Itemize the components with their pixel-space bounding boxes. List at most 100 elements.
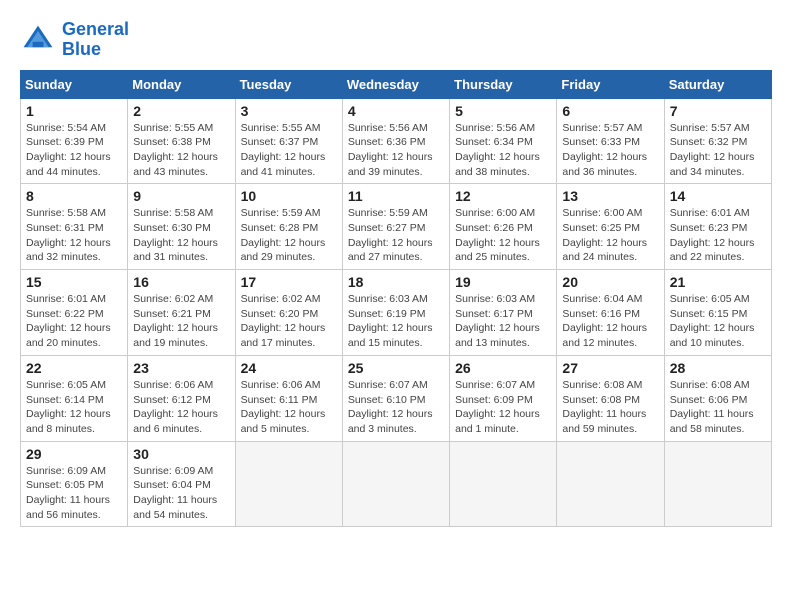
calendar-cell: 24 Sunrise: 6:06 AM Sunset: 6:11 PM Dayli… [235, 355, 342, 441]
calendar-cell: 3 Sunrise: 5:55 AM Sunset: 6:37 PM Daylig… [235, 98, 342, 184]
calendar-cell: 15 Sunrise: 6:01 AM Sunset: 6:22 PM Dayli… [21, 270, 128, 356]
calendar-table: SundayMondayTuesdayWednesdayThursdayFrid… [20, 70, 772, 528]
day-number: 12 [455, 188, 551, 204]
calendar-cell: 14Sunrise: 6:01 AM Sunset: 6:23 PM Dayli… [664, 184, 771, 270]
calendar-cell: 9 Sunrise: 5:58 AM Sunset: 6:30 PM Daylig… [128, 184, 235, 270]
calendar-cell: 10 Sunrise: 5:59 AM Sunset: 6:28 PM Dayli… [235, 184, 342, 270]
day-info: Sunrise: 6:08 AM Sunset: 6:08 PM Dayligh… [562, 378, 658, 437]
day-number: 13 [562, 188, 658, 204]
day-number: 18 [348, 274, 444, 290]
day-info: Sunrise: 5:58 AM Sunset: 6:31 PM Dayligh… [26, 206, 122, 265]
day-number: 22 [26, 360, 122, 376]
day-number: 24 [241, 360, 337, 376]
day-info: Sunrise: 6:07 AM Sunset: 6:09 PM Dayligh… [455, 378, 551, 437]
day-number: 27 [562, 360, 658, 376]
day-info: Sunrise: 6:06 AM Sunset: 6:12 PM Dayligh… [133, 378, 229, 437]
calendar-cell: 27 Sunrise: 6:08 AM Sunset: 6:08 PM Dayli… [557, 355, 664, 441]
day-number: 9 [133, 188, 229, 204]
calendar-cell: 1 Sunrise: 5:54 AM Sunset: 6:39 PM Daylig… [21, 98, 128, 184]
day-info: Sunrise: 6:05 AM Sunset: 6:14 PM Dayligh… [26, 378, 122, 437]
day-number: 15 [26, 274, 122, 290]
day-info: Sunrise: 5:56 AM Sunset: 6:34 PM Dayligh… [455, 121, 551, 180]
day-number: 23 [133, 360, 229, 376]
day-header-tuesday: Tuesday [235, 70, 342, 98]
calendar-week-5: 29 Sunrise: 6:09 AM Sunset: 6:05 PM Dayli… [21, 441, 772, 527]
calendar-cell: 2Sunrise: 5:55 AM Sunset: 6:38 PM Daylig… [128, 98, 235, 184]
day-info: Sunrise: 6:08 AM Sunset: 6:06 PM Dayligh… [670, 378, 766, 437]
calendar-cell: 16Sunrise: 6:02 AM Sunset: 6:21 PM Dayli… [128, 270, 235, 356]
logo: General Blue [20, 20, 129, 60]
day-info: Sunrise: 6:06 AM Sunset: 6:11 PM Dayligh… [241, 378, 337, 437]
calendar-cell [450, 441, 557, 527]
day-info: Sunrise: 5:55 AM Sunset: 6:37 PM Dayligh… [241, 121, 337, 180]
calendar-week-3: 15 Sunrise: 6:01 AM Sunset: 6:22 PM Dayli… [21, 270, 772, 356]
day-number: 1 [26, 103, 122, 119]
calendar-cell: 20Sunrise: 6:04 AM Sunset: 6:16 PM Dayli… [557, 270, 664, 356]
calendar-cell: 11 Sunrise: 5:59 AM Sunset: 6:27 PM Dayli… [342, 184, 449, 270]
calendar-cell [664, 441, 771, 527]
calendar-cell [342, 441, 449, 527]
calendar-cell: 7 Sunrise: 5:57 AM Sunset: 6:32 PM Daylig… [664, 98, 771, 184]
logo-icon [20, 22, 56, 58]
calendar-cell: 21 Sunrise: 6:05 AM Sunset: 6:15 PM Dayli… [664, 270, 771, 356]
day-info: Sunrise: 6:09 AM Sunset: 6:04 PM Dayligh… [133, 464, 229, 523]
day-number: 19 [455, 274, 551, 290]
day-header-friday: Friday [557, 70, 664, 98]
day-info: Sunrise: 6:09 AM Sunset: 6:05 PM Dayligh… [26, 464, 122, 523]
calendar-cell: 25 Sunrise: 6:07 AM Sunset: 6:10 PM Dayli… [342, 355, 449, 441]
calendar-cell: 4 Sunrise: 5:56 AM Sunset: 6:36 PM Daylig… [342, 98, 449, 184]
calendar-week-2: 8 Sunrise: 5:58 AM Sunset: 6:31 PM Daylig… [21, 184, 772, 270]
day-info: Sunrise: 5:57 AM Sunset: 6:32 PM Dayligh… [670, 121, 766, 180]
calendar-cell: 8 Sunrise: 5:58 AM Sunset: 6:31 PM Daylig… [21, 184, 128, 270]
day-info: Sunrise: 5:56 AM Sunset: 6:36 PM Dayligh… [348, 121, 444, 180]
day-number: 16 [133, 274, 229, 290]
day-number: 5 [455, 103, 551, 119]
day-number: 6 [562, 103, 658, 119]
calendar-week-1: 1 Sunrise: 5:54 AM Sunset: 6:39 PM Daylig… [21, 98, 772, 184]
day-number: 30 [133, 446, 229, 462]
calendar-cell: 26 Sunrise: 6:07 AM Sunset: 6:09 PM Dayli… [450, 355, 557, 441]
day-info: Sunrise: 6:03 AM Sunset: 6:17 PM Dayligh… [455, 292, 551, 351]
day-number: 25 [348, 360, 444, 376]
day-info: Sunrise: 6:00 AM Sunset: 6:26 PM Dayligh… [455, 206, 551, 265]
day-number: 26 [455, 360, 551, 376]
day-header-thursday: Thursday [450, 70, 557, 98]
day-number: 17 [241, 274, 337, 290]
day-info: Sunrise: 5:54 AM Sunset: 6:39 PM Dayligh… [26, 121, 122, 180]
day-number: 3 [241, 103, 337, 119]
day-number: 11 [348, 188, 444, 204]
day-number: 10 [241, 188, 337, 204]
day-header-sunday: Sunday [21, 70, 128, 98]
day-header-wednesday: Wednesday [342, 70, 449, 98]
day-number: 21 [670, 274, 766, 290]
day-number: 4 [348, 103, 444, 119]
day-info: Sunrise: 6:07 AM Sunset: 6:10 PM Dayligh… [348, 378, 444, 437]
day-info: Sunrise: 6:05 AM Sunset: 6:15 PM Dayligh… [670, 292, 766, 351]
day-header-saturday: Saturday [664, 70, 771, 98]
day-info: Sunrise: 6:01 AM Sunset: 6:22 PM Dayligh… [26, 292, 122, 351]
day-number: 2 [133, 103, 229, 119]
calendar-week-4: 22 Sunrise: 6:05 AM Sunset: 6:14 PM Dayli… [21, 355, 772, 441]
logo-text: General Blue [62, 20, 129, 60]
calendar-cell: 12 Sunrise: 6:00 AM Sunset: 6:26 PM Dayli… [450, 184, 557, 270]
calendar-cell: 13 Sunrise: 6:00 AM Sunset: 6:25 PM Dayli… [557, 184, 664, 270]
day-header-monday: Monday [128, 70, 235, 98]
day-info: Sunrise: 5:59 AM Sunset: 6:28 PM Dayligh… [241, 206, 337, 265]
day-info: Sunrise: 5:59 AM Sunset: 6:27 PM Dayligh… [348, 206, 444, 265]
calendar-cell: 19 Sunrise: 6:03 AM Sunset: 6:17 PM Dayli… [450, 270, 557, 356]
day-number: 8 [26, 188, 122, 204]
calendar-cell: 29 Sunrise: 6:09 AM Sunset: 6:05 PM Dayli… [21, 441, 128, 527]
day-info: Sunrise: 6:00 AM Sunset: 6:25 PM Dayligh… [562, 206, 658, 265]
calendar-cell: 5 Sunrise: 5:56 AM Sunset: 6:34 PM Daylig… [450, 98, 557, 184]
calendar-cell: 28 Sunrise: 6:08 AM Sunset: 6:06 PM Dayli… [664, 355, 771, 441]
day-number: 29 [26, 446, 122, 462]
day-number: 28 [670, 360, 766, 376]
page-header: General Blue [20, 20, 772, 60]
calendar-header-row: SundayMondayTuesdayWednesdayThursdayFrid… [21, 70, 772, 98]
calendar-cell: 18Sunrise: 6:03 AM Sunset: 6:19 PM Dayli… [342, 270, 449, 356]
calendar-cell: 22 Sunrise: 6:05 AM Sunset: 6:14 PM Dayli… [21, 355, 128, 441]
day-number: 7 [670, 103, 766, 119]
calendar-cell: 30 Sunrise: 6:09 AM Sunset: 6:04 PM Dayli… [128, 441, 235, 527]
day-info: Sunrise: 6:04 AM Sunset: 6:16 PM Dayligh… [562, 292, 658, 351]
day-info: Sunrise: 5:58 AM Sunset: 6:30 PM Dayligh… [133, 206, 229, 265]
